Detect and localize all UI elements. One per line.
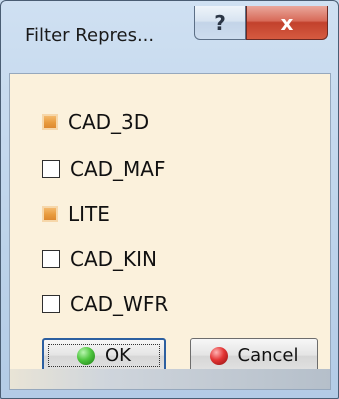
- window-title: Filter Repres...: [25, 25, 155, 46]
- checkbox-cad-kin[interactable]: [42, 250, 60, 268]
- checkbox-label-cad-maf: CAD_MAF: [70, 157, 166, 181]
- checkbox-row-lite[interactable]: LITE: [42, 201, 110, 227]
- checkbox-row-cad-3d[interactable]: CAD_3D: [42, 109, 149, 135]
- checkbox-row-cad-wfr[interactable]: CAD_WFR: [42, 291, 168, 317]
- cancel-button[interactable]: Cancel: [190, 338, 318, 373]
- close-button[interactable]: x: [246, 6, 328, 40]
- focus-ring: [48, 344, 160, 367]
- checkbox-row-cad-kin[interactable]: CAD_KIN: [42, 246, 157, 272]
- checkbox-label-cad-wfr: CAD_WFR: [70, 292, 169, 316]
- close-icon: x: [280, 10, 294, 35]
- red-gem-icon: [209, 346, 228, 365]
- dialog-window: Filter Repres... ? x CAD_3D CAD_MAF LITE…: [0, 0, 339, 399]
- checkbox-cad-3d[interactable]: [42, 114, 58, 130]
- title-bar[interactable]: Filter Repres... ? x: [1, 1, 338, 73]
- checkbox-cad-maf[interactable]: [42, 160, 60, 178]
- bottom-strip: [10, 369, 330, 389]
- dialog-body: CAD_3D CAD_MAF LITE CAD_KIN CAD_WFR OK C…: [9, 73, 331, 390]
- help-icon: ?: [214, 10, 226, 35]
- ok-button[interactable]: OK: [42, 338, 166, 373]
- checkbox-label-cad-3d: CAD_3D: [68, 110, 150, 134]
- green-gem-icon: [77, 346, 95, 365]
- checkbox-label-cad-kin: CAD_KIN: [70, 247, 158, 271]
- checkbox-label-lite: LITE: [68, 202, 110, 226]
- checkbox-row-cad-maf[interactable]: CAD_MAF: [42, 156, 166, 182]
- help-button[interactable]: ?: [194, 6, 246, 40]
- checkbox-cad-wfr[interactable]: [42, 295, 60, 313]
- cancel-button-label: Cancel: [237, 345, 299, 366]
- checkbox-lite[interactable]: [42, 206, 58, 222]
- ok-button-label: OK: [105, 345, 131, 366]
